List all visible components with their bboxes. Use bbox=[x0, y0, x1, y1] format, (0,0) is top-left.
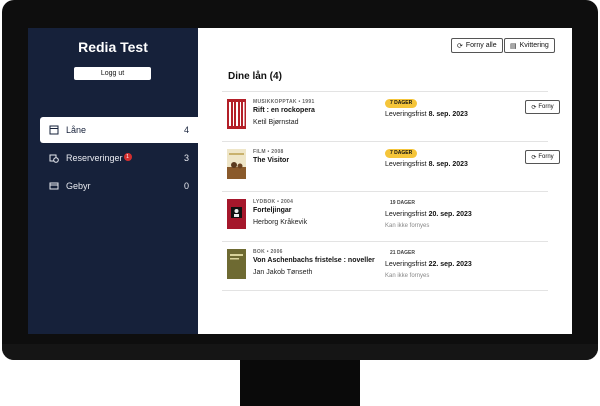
refresh-icon: ⟳ bbox=[531, 104, 537, 111]
sidebar-item-fees[interactable]: Gebyr 0 bbox=[40, 173, 198, 199]
renew-all-button[interactable]: ⟳ Forny alle bbox=[451, 38, 503, 53]
sidebar-item-reservations[interactable]: Reserveringer 1 3 bbox=[40, 145, 198, 171]
sidebar-item-count: 4 bbox=[183, 125, 189, 135]
days-badge: 21 DAGER bbox=[390, 250, 416, 256]
library-title: Redia Test bbox=[78, 39, 148, 55]
notification-badge: 1 bbox=[123, 153, 132, 161]
sidebar-item-loans[interactable]: Låne 4 bbox=[40, 117, 198, 143]
renew-status: Kan ikke fornyes bbox=[385, 273, 430, 279]
days-badge: 7 DAGER bbox=[385, 99, 418, 108]
renew-status: Kan ikke fornyes bbox=[385, 223, 430, 229]
loan-title[interactable]: Von Aschenbachs fristelse : noveller bbox=[253, 257, 375, 264]
monitor-chin bbox=[2, 344, 598, 360]
receipt-button[interactable]: ▤ Kvittering bbox=[504, 38, 555, 53]
days-badge: 7 DAGER bbox=[385, 149, 418, 158]
days-badge: 19 DAGER bbox=[390, 200, 416, 206]
book-icon bbox=[49, 125, 59, 135]
receipt-label: Kvittering bbox=[519, 42, 549, 49]
page-title: Dine lån (4) bbox=[228, 71, 282, 82]
loan-row: LYDBOK • 2004 Forteljingar Herborg Kråke… bbox=[222, 191, 548, 241]
receipt-icon: ▤ bbox=[510, 42, 517, 50]
loan-author: Herborg Kråkevik bbox=[253, 219, 308, 226]
media-meta: BOK • 2006 bbox=[253, 249, 283, 255]
cover-image bbox=[227, 99, 246, 129]
renew-button[interactable]: ⟳ Forny bbox=[525, 100, 560, 114]
loan-title[interactable]: Rift : en rockopera bbox=[253, 107, 315, 114]
loan-title[interactable]: The Visitor bbox=[253, 157, 289, 164]
loan-row: MUSIKKOPPTAK • 1991 Rift : en rockopera … bbox=[222, 91, 560, 141]
sidebar: Redia Test Logg ut Låne 4 Reserveringer 1… bbox=[28, 28, 198, 334]
main-content: ⟳ Forny alle ▤ Kvittering Dine lån (4) M… bbox=[198, 28, 572, 334]
cover-image bbox=[227, 199, 246, 229]
sidebar-item-label: Gebyr bbox=[66, 181, 91, 191]
due-date: Leveringsfrist 22. sep. 2023 bbox=[385, 261, 472, 268]
sidebar-item-count: 0 bbox=[183, 181, 189, 191]
logout-button[interactable]: Logg ut bbox=[74, 67, 151, 80]
sidebar-item-label: Reserveringer bbox=[66, 153, 123, 163]
cover-image bbox=[227, 249, 246, 279]
loan-row: FILM • 2008 The Visitor 7 DAGER Levering… bbox=[222, 141, 560, 191]
loan-title[interactable]: Forteljingar bbox=[253, 207, 292, 214]
renew-button[interactable]: ⟳ Forny bbox=[525, 150, 560, 164]
media-meta: MUSIKKOPPTAK • 1991 bbox=[253, 99, 315, 105]
due-date: Leveringsfrist 8. sep. 2023 bbox=[385, 161, 468, 168]
sidebar-item-count: 3 bbox=[183, 153, 189, 163]
monitor-stand bbox=[240, 360, 360, 406]
app-screen: Redia Test Logg ut Låne 4 Reserveringer 1… bbox=[28, 28, 572, 334]
cover-image bbox=[227, 149, 246, 179]
card-icon bbox=[49, 181, 59, 191]
media-meta: FILM • 2008 bbox=[253, 149, 284, 155]
due-date: Leveringsfrist 20. sep. 2023 bbox=[385, 211, 472, 218]
refresh-icon: ⟳ bbox=[531, 154, 537, 161]
due-date: Leveringsfrist 8. sep. 2023 bbox=[385, 111, 468, 118]
loan-author: Ketil Bjørnstad bbox=[253, 119, 299, 126]
loan-author: Jan Jakob Tønseth bbox=[253, 269, 313, 276]
media-meta: LYDBOK • 2004 bbox=[253, 199, 294, 205]
renew-all-label: Forny alle bbox=[465, 42, 497, 49]
loan-row: BOK • 2006 Von Aschenbachs fristelse : n… bbox=[222, 241, 548, 291]
reservation-icon bbox=[49, 153, 59, 163]
sidebar-item-label: Låne bbox=[66, 125, 87, 135]
refresh-icon: ⟳ bbox=[457, 42, 463, 50]
